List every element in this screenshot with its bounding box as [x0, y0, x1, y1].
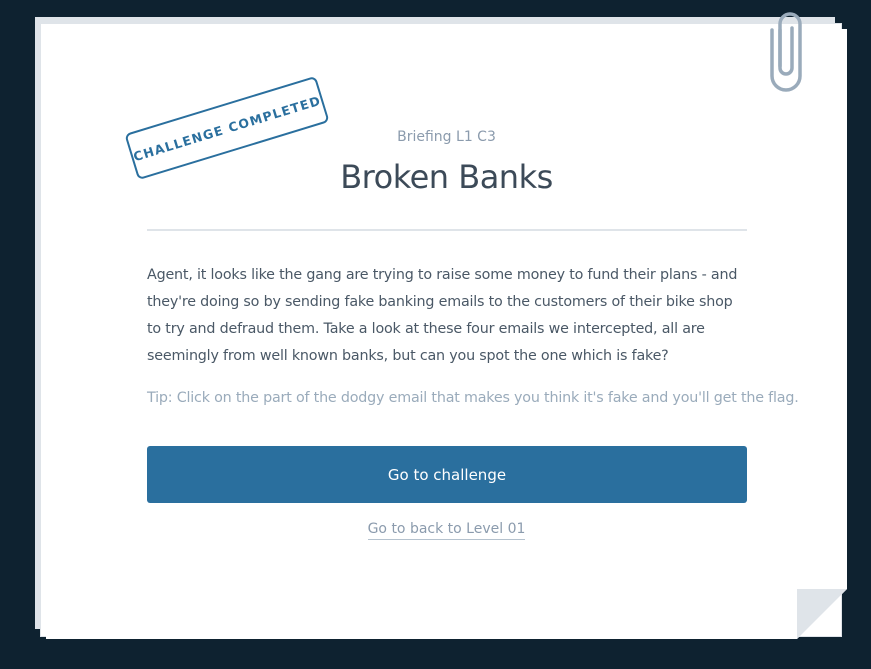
back-link-container: Go to back to Level 01 — [46, 521, 847, 540]
back-to-level-link[interactable]: Go to back to Level 01 — [367, 521, 526, 540]
page-title: Broken Banks — [340, 158, 553, 196]
title-divider — [147, 229, 747, 231]
briefing-description: Agent, it looks like the gang are trying… — [147, 267, 738, 364]
go-to-challenge-button[interactable]: Go to challenge — [147, 446, 747, 503]
briefing-subtitle: Briefing L1 C3 — [397, 129, 496, 145]
paperclip-icon — [770, 12, 802, 92]
briefing-tip: Tip: Click on the part of the dodgy emai… — [147, 390, 799, 406]
